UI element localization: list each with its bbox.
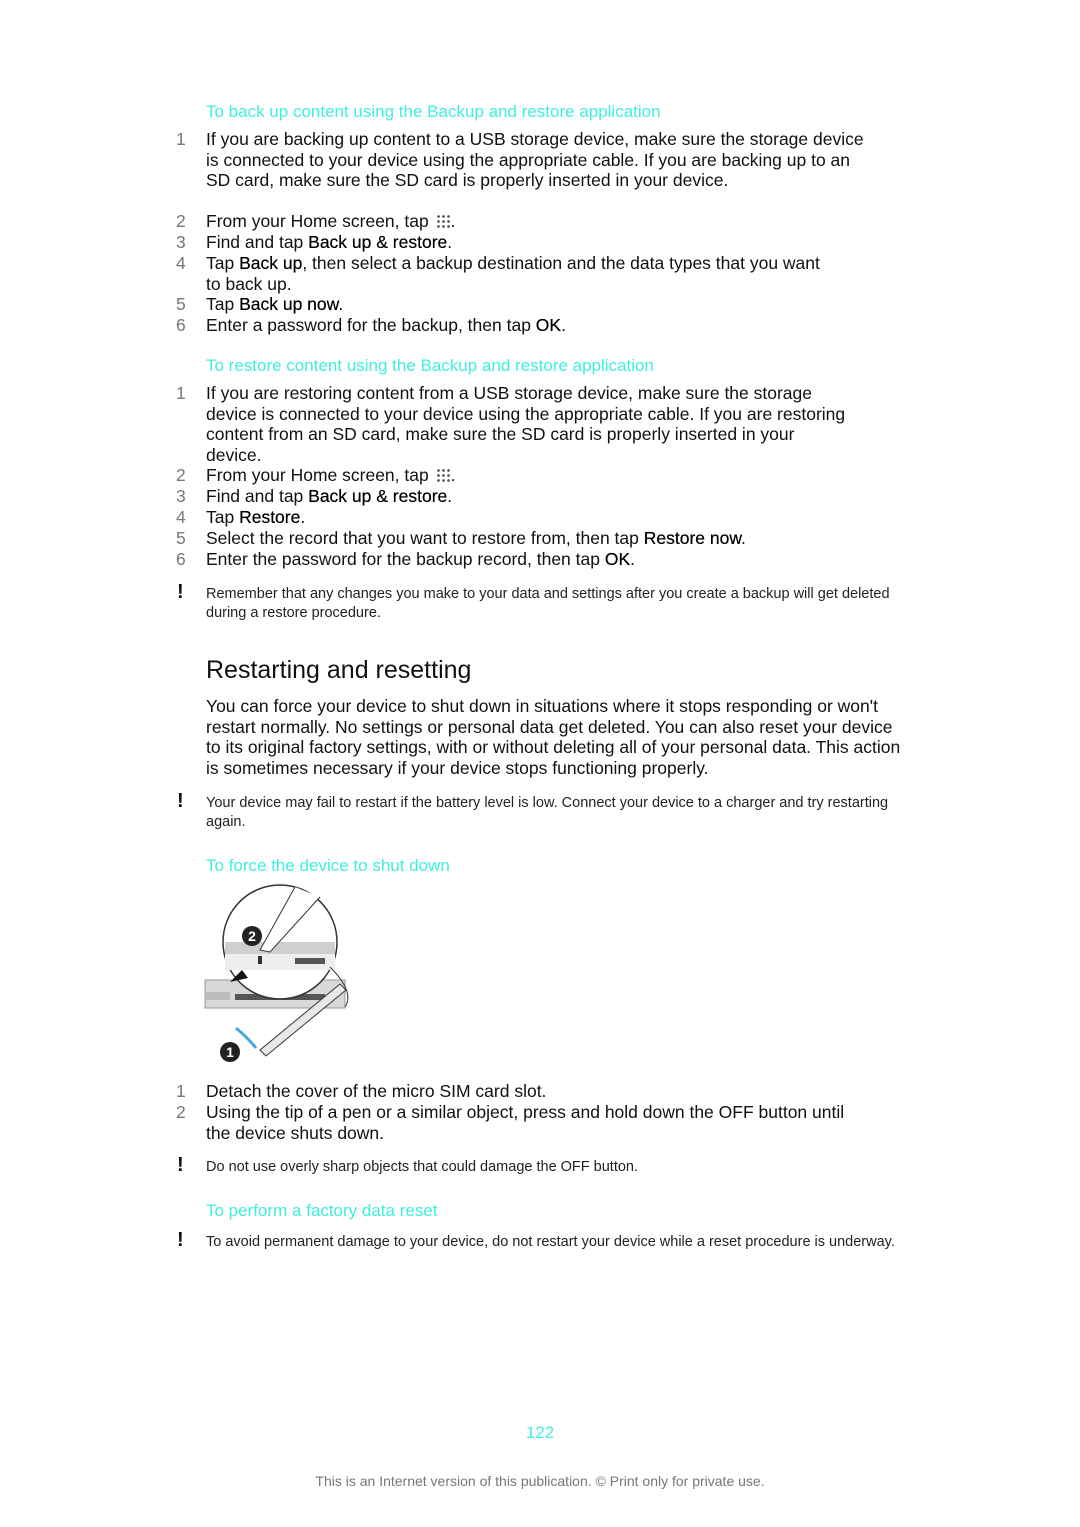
callout-2-label: 2 — [248, 928, 256, 944]
footer-text: This is an Internet version of this publ… — [315, 1473, 765, 1489]
step-text-end: . — [447, 232, 453, 252]
ui-term: Back up & restore — [308, 486, 448, 506]
step-text: From your Home screen, tap — [206, 465, 434, 485]
step-text-end: . — [561, 315, 566, 335]
note-text: Do not use overly sharp objects that cou… — [206, 1159, 639, 1175]
step-text-end: . — [450, 465, 456, 485]
factory-reset-heading: To perform a factory data reset — [206, 1201, 438, 1220]
ui-term: Back up now — [239, 294, 339, 314]
step-number: 3 — [176, 486, 186, 506]
note-text: Remember that any changes you make to yo… — [206, 586, 890, 621]
step-text: Enter the password for the backup record… — [206, 549, 605, 569]
step-number: 6 — [176, 315, 186, 335]
step-text: Using the tip of a pen or a similar obje… — [206, 1102, 845, 1143]
shutdown-illustration: 2 1 — [204, 884, 349, 1062]
step-number: 2 — [176, 465, 186, 485]
step-text: Detach the cover of the micro SIM card s… — [206, 1081, 547, 1101]
section-title: Restarting and resetting — [206, 656, 472, 684]
backup-heading: To back up content using the Backup and … — [206, 102, 661, 121]
step-text-end: . — [447, 486, 453, 506]
step-text: From your Home screen, tap — [206, 211, 434, 231]
step-number: 2 — [176, 1102, 186, 1122]
step-text: Tap — [206, 294, 240, 314]
step-text: Select the record that you want to resto… — [206, 528, 644, 548]
exclamation-icon: ! — [177, 790, 184, 812]
ui-term: OK — [535, 315, 562, 335]
ui-term: Restore — [239, 507, 301, 527]
page-number: 122 — [525, 1423, 555, 1442]
ui-term: Restore now — [643, 528, 742, 548]
step-text: Tap — [206, 507, 240, 527]
step-number: 4 — [176, 253, 186, 273]
ui-term: OK — [604, 549, 631, 569]
step-number: 5 — [176, 294, 186, 314]
note-text: To avoid permanent damage to your device… — [206, 1234, 895, 1250]
step-number: 5 — [176, 528, 186, 548]
step-text: Find and tap — [206, 486, 309, 506]
apps-grid-icon — [435, 468, 451, 483]
callout-1-label: 1 — [226, 1044, 234, 1060]
step-text-end: . — [450, 211, 456, 231]
section-paragraph: You can force your device to shut down i… — [206, 696, 901, 779]
step-text: Enter a password for the backup, then ta… — [206, 315, 536, 335]
step-text-end: . — [300, 507, 306, 527]
step-number: 1 — [176, 383, 186, 403]
step-number: 2 — [176, 211, 186, 231]
step-text-end: . — [630, 549, 636, 569]
step-text: Tap — [206, 253, 240, 273]
exclamation-icon: ! — [177, 1229, 184, 1251]
arrow-icon — [235, 1026, 258, 1049]
step-number: 1 — [176, 1081, 186, 1101]
restore-heading: To restore content using the Backup and … — [206, 356, 654, 375]
exclamation-icon: ! — [177, 1154, 184, 1176]
step-text-end: . — [338, 294, 344, 314]
note-text: Your device may fail to restart if the b… — [206, 795, 889, 830]
ui-term: Back up — [239, 253, 303, 273]
ui-term: Back up & restore — [308, 232, 448, 252]
step-number: 4 — [176, 507, 186, 527]
step-text-end: . — [741, 528, 746, 548]
step-text: If you are backing up content to a USB s… — [206, 129, 864, 191]
step-number: 1 — [176, 129, 186, 149]
apps-grid-icon — [435, 214, 451, 229]
exclamation-icon: ! — [177, 581, 184, 603]
step-text: If you are restoring content from a USB … — [206, 383, 846, 466]
step-text: Find and tap — [206, 232, 309, 252]
shutdown-heading: To force the device to shut down — [206, 856, 450, 875]
step-number: 6 — [176, 549, 186, 569]
step-number: 3 — [176, 232, 186, 252]
